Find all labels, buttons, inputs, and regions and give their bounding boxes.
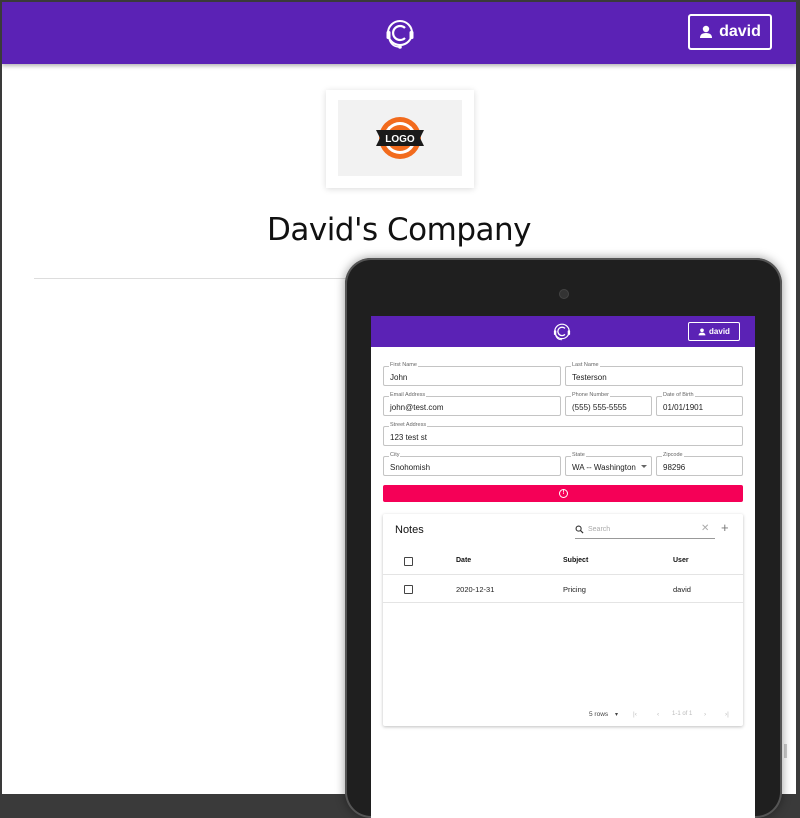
street-address-value: 123 test st xyxy=(390,433,427,442)
search-icon xyxy=(575,525,584,534)
row-checkbox[interactable] xyxy=(404,585,413,594)
page-range-label: 1-1 of 1 xyxy=(672,711,693,717)
dob-value: 01/01/1901 xyxy=(663,403,704,412)
cell-user: david xyxy=(673,585,691,594)
clear-search-icon[interactable]: ✕ xyxy=(701,523,709,534)
first-name-value: John xyxy=(390,373,408,382)
tablet-user-account-button[interactable]: david xyxy=(688,322,740,341)
tablet-user-button-label: david xyxy=(709,327,730,336)
street-address-label: Street Address xyxy=(389,422,428,429)
state-label: State xyxy=(571,452,586,459)
column-header-date[interactable]: Date xyxy=(456,557,471,564)
cell-subject: Pricing xyxy=(563,585,586,594)
user-button-label: david xyxy=(719,23,761,40)
phone-field[interactable]: Phone Number (555) 555-5555 xyxy=(565,392,652,416)
dob-field[interactable]: Date of Birth 01/01/1901 xyxy=(656,392,743,416)
city-field[interactable]: City Snohomish xyxy=(383,452,561,476)
rows-per-page-select[interactable]: 5 rows xyxy=(589,711,608,718)
next-page-icon[interactable]: › xyxy=(704,711,706,718)
email-value: john@test.com xyxy=(390,403,444,412)
dob-label: Date of Birth xyxy=(662,392,695,399)
column-header-subject[interactable]: Subject xyxy=(563,557,588,564)
state-select[interactable]: State WA -- Washington xyxy=(565,452,652,476)
phone-value: (555) 555-5555 xyxy=(572,403,627,412)
last-name-label: Last Name xyxy=(571,362,600,369)
previous-page-icon[interactable]: ‹ xyxy=(657,711,659,718)
top-app-bar: david xyxy=(2,2,796,64)
last-name-field[interactable]: Last Name Testerson xyxy=(565,362,743,386)
tablet-headset-logo-icon[interactable] xyxy=(553,322,571,342)
column-header-user[interactable]: User xyxy=(673,557,689,564)
company-logo: LOGO xyxy=(338,100,462,176)
user-icon xyxy=(700,25,713,38)
tablet-screen: david First Name John Last Name Testerso… xyxy=(371,316,755,818)
notes-search-input[interactable]: Search ✕ xyxy=(575,523,715,539)
email-field[interactable]: Email Address john@test.com xyxy=(383,392,561,416)
row-divider xyxy=(383,602,743,603)
company-logo-card: LOGO xyxy=(326,90,474,188)
first-name-label: First Name xyxy=(389,362,418,369)
zipcode-value: 98296 xyxy=(663,463,686,472)
tablet-top-app-bar: david xyxy=(371,316,755,347)
search-placeholder: Search xyxy=(588,526,611,533)
city-label: City xyxy=(389,452,401,459)
notes-table-card: Notes Search ✕ + Date Subject User 2020-… xyxy=(383,514,743,726)
rows-per-page-caret-icon[interactable]: ▾ xyxy=(615,711,618,718)
logo-text: LOGO xyxy=(385,134,415,145)
email-label: Email Address xyxy=(389,392,427,399)
first-page-icon[interactable]: |‹ xyxy=(633,711,637,718)
notes-title: Notes xyxy=(395,524,424,536)
zipcode-label: Zipcode xyxy=(662,452,684,459)
state-value: WA -- Washington xyxy=(572,463,636,472)
cell-date: 2020-12-31 xyxy=(456,585,495,594)
tablet-user-icon xyxy=(698,327,706,335)
scrollbar-thumb[interactable] xyxy=(784,744,787,758)
first-name-field[interactable]: First Name John xyxy=(383,362,561,386)
city-value: Snohomish xyxy=(390,463,431,472)
dropdown-caret-icon xyxy=(641,465,647,468)
select-all-checkbox[interactable] xyxy=(404,557,413,566)
header-divider xyxy=(383,574,743,575)
error-alert-bar[interactable]: ! xyxy=(383,485,743,502)
company-name-heading: David's Company xyxy=(266,212,532,248)
tablet-camera xyxy=(559,289,569,299)
last-page-icon[interactable]: ›| xyxy=(725,711,729,718)
last-name-value: Testerson xyxy=(572,373,607,382)
tablet-mockup: david First Name John Last Name Testerso… xyxy=(345,258,782,818)
headset-logo-icon[interactable] xyxy=(385,18,415,50)
add-note-icon[interactable]: + xyxy=(721,520,729,535)
error-icon: ! xyxy=(559,489,568,498)
zipcode-field[interactable]: Zipcode 98296 xyxy=(656,452,743,476)
user-account-button[interactable]: david xyxy=(688,14,772,50)
phone-label: Phone Number xyxy=(571,392,610,399)
logo-badge-icon: LOGO xyxy=(376,117,424,159)
street-address-field[interactable]: Street Address 123 test st xyxy=(383,422,743,446)
